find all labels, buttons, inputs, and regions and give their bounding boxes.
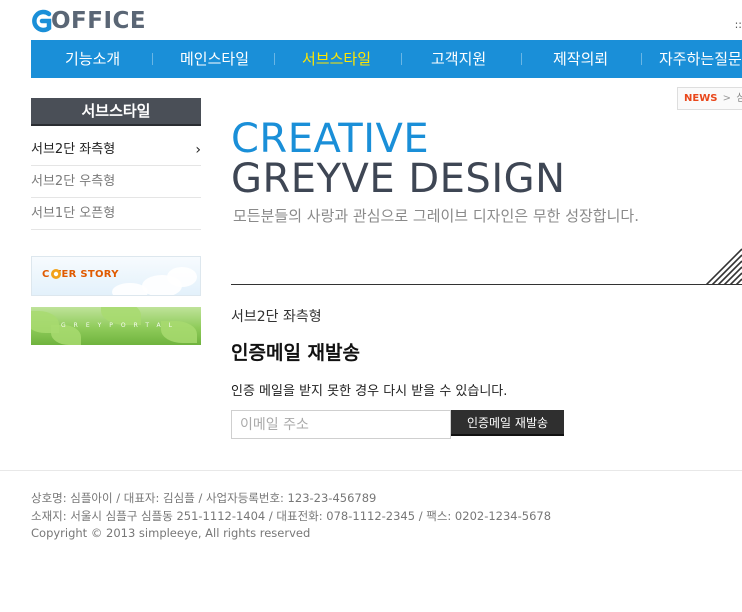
footer-divider [0, 470, 742, 471]
nav-separator [521, 53, 522, 65]
diagonal-hatch-decoration [706, 248, 742, 285]
email-field[interactable] [231, 410, 451, 439]
sidebar-item-label: 서브2단 좌측형 [31, 142, 116, 157]
breadcrumb: NEWS > 심플 [677, 87, 742, 110]
cover-o-icon [51, 269, 61, 279]
breadcrumb-current[interactable]: 심플 [736, 93, 742, 104]
nav-item-main-style[interactable]: 메인스타일 [180, 40, 249, 78]
top-util-text[interactable]: :: [735, 18, 742, 31]
greyportal-text: GREYPORTAL [61, 322, 180, 329]
footer-address-info: 소재지: 서울시 심플구 심플동 251-1112-1404 / 대표전화: 0… [31, 509, 552, 523]
logo-g-icon [32, 9, 52, 33]
main-nav: 기능소개 메인스타일 서브스타일 고객지원 제작의뢰 자주하는질문 [31, 40, 742, 78]
sidebar-title: 서브스타일 [31, 98, 201, 126]
greyportal-banner[interactable]: GREYPORTAL [31, 307, 201, 345]
sidebar-item-label: 서브1단 오픈형 [31, 206, 116, 221]
nav-item-support[interactable]: 고객지원 [431, 40, 486, 78]
logo[interactable]: OFFICE [31, 6, 146, 36]
breadcrumb-news[interactable]: NEWS [684, 93, 717, 104]
nav-item-faq[interactable]: 자주하는질문 [659, 40, 742, 78]
visual-divider [231, 284, 742, 285]
cover-story-banner[interactable]: C VER STORY [31, 256, 201, 296]
chevron-right-icon: › [195, 142, 201, 158]
nav-separator [152, 53, 153, 65]
resend-verification-button[interactable]: 인증메일 재발송 [451, 410, 564, 436]
cloud-shape [167, 267, 197, 287]
footer-copyright: Copyright © 2013 simpleeye, All rights r… [31, 526, 311, 540]
nav-separator [274, 53, 275, 65]
nav-item-features[interactable]: 기능소개 [65, 40, 120, 78]
nav-item-request[interactable]: 제작의뢰 [553, 40, 608, 78]
page-title: 인증메일 재발송 [231, 342, 360, 364]
visual-title-line2: GREYVE DESIGN [231, 156, 566, 202]
sidebar-item-label: 서브2단 우측형 [31, 174, 116, 189]
sidebar-item-sub2-left[interactable]: 서브2단 좌측형 › [31, 134, 201, 166]
breadcrumb-separator: > [722, 93, 732, 104]
nav-separator [401, 53, 402, 65]
footer-company-info: 상호명: 심플아이 / 대표자: 김심플 / 사업자등록번호: 123-23-4… [31, 491, 377, 505]
nav-item-sub-style[interactable]: 서브스타일 [302, 40, 371, 78]
nav-separator [641, 53, 642, 65]
logo-text: OFFICE [51, 8, 147, 34]
page-subtitle: 서브2단 좌측형 [231, 309, 322, 325]
sidebar-item-sub2-right[interactable]: 서브2단 우측형 [31, 166, 201, 198]
sidebar-item-sub1-open[interactable]: 서브1단 오픈형 [31, 198, 201, 230]
page-description: 인증 메일을 받지 못한 경우 다시 받을 수 있습니다. [231, 384, 508, 399]
cloud-shape [112, 283, 148, 295]
visual-subtitle: 모든분들의 사랑과 관심으로 그레이브 디자인은 무한 성장합니다. [233, 207, 639, 225]
